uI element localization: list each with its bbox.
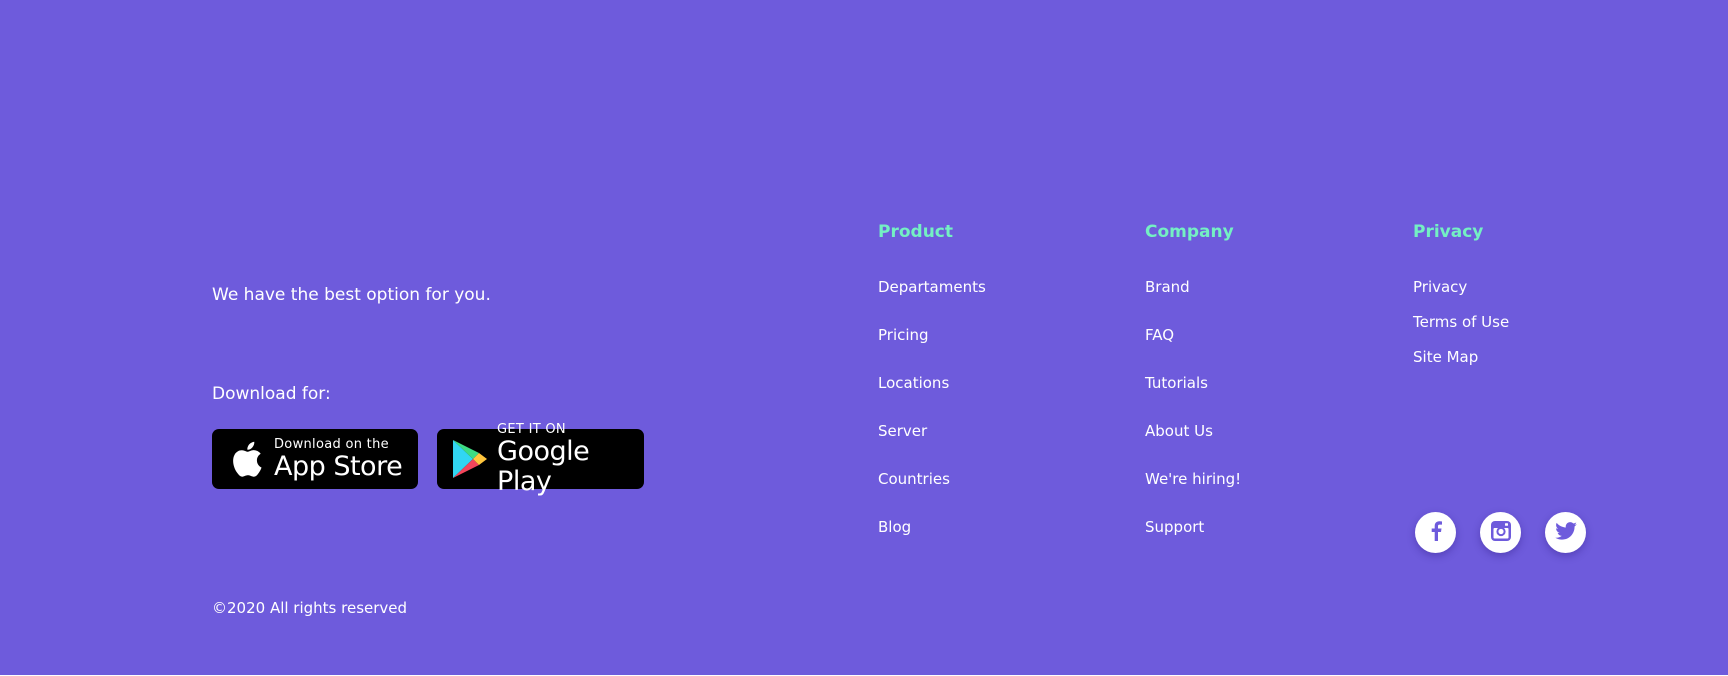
- google-play-button[interactable]: GET IT ON Google Play: [437, 422, 644, 496]
- column-title-company: Company: [1145, 222, 1234, 242]
- link-blog[interactable]: Blog: [878, 517, 986, 537]
- twitter-button[interactable]: [1545, 512, 1586, 553]
- link-server[interactable]: Server: [878, 421, 986, 441]
- google-play-big-text: Google Play: [497, 435, 590, 497]
- link-support[interactable]: Support: [1145, 517, 1241, 537]
- google-play-icon: [451, 439, 489, 479]
- facebook-button[interactable]: [1415, 512, 1456, 553]
- footer-column-product: Product Departaments Pricing Locations S…: [878, 222, 986, 565]
- twitter-icon: [1554, 521, 1577, 544]
- google-play-small-text: GET IT ON: [497, 421, 566, 437]
- link-countries[interactable]: Countries: [878, 469, 986, 489]
- app-store-button[interactable]: Download on the App Store: [212, 429, 418, 489]
- facebook-icon: [1430, 520, 1442, 545]
- link-about-us[interactable]: About Us: [1145, 421, 1241, 441]
- column-title-privacy: Privacy: [1413, 222, 1484, 242]
- app-store-text: Download on the App Store: [274, 436, 403, 482]
- link-tutorials[interactable]: Tutorials: [1145, 373, 1241, 393]
- link-pricing[interactable]: Pricing: [878, 325, 986, 345]
- link-locations[interactable]: Locations: [878, 373, 986, 393]
- footer-column-company: Company Brand FAQ Tutorials About Us We'…: [1145, 222, 1241, 565]
- app-store-big-text: App Store: [274, 450, 403, 482]
- instagram-icon: [1490, 520, 1512, 546]
- link-faq[interactable]: FAQ: [1145, 325, 1241, 345]
- footer-column-privacy: Privacy Privacy Terms of Use Site Map: [1413, 222, 1509, 382]
- apple-icon: [226, 439, 266, 479]
- copyright-text: ©2020 All rights reserved: [212, 599, 408, 617]
- column-title-product: Product: [878, 222, 953, 242]
- site-footer: We have the best option for you. Downloa…: [0, 0, 1728, 675]
- instagram-button[interactable]: [1480, 512, 1521, 553]
- link-brand[interactable]: Brand: [1145, 277, 1241, 297]
- link-departaments[interactable]: Departaments: [878, 277, 986, 297]
- google-play-text: GET IT ON Google Play: [497, 422, 644, 497]
- download-label: Download for:: [212, 384, 331, 404]
- link-privacy[interactable]: Privacy: [1413, 277, 1509, 297]
- link-hiring[interactable]: We're hiring!: [1145, 469, 1241, 489]
- link-terms-of-use[interactable]: Terms of Use: [1413, 312, 1509, 332]
- link-site-map[interactable]: Site Map: [1413, 347, 1509, 367]
- app-store-small-text: Download on the: [274, 436, 389, 452]
- footer-tagline: We have the best option for you.: [212, 285, 491, 305]
